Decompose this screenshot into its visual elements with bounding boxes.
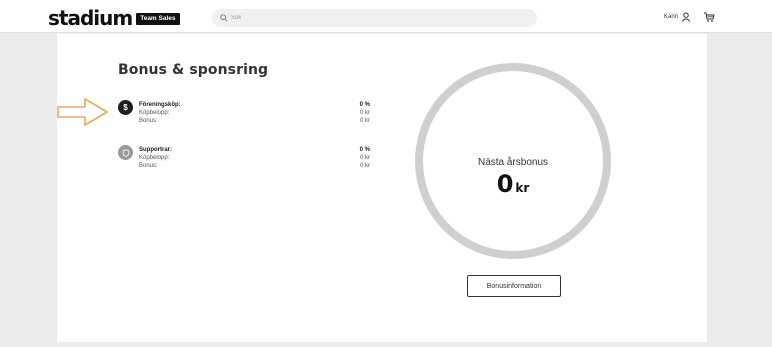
detail-line: Bonus: 0 kr	[139, 162, 370, 170]
bonus-value: 0	[496, 170, 514, 198]
cart-icon[interactable]	[703, 11, 715, 23]
detail-value: 0 kr	[359, 163, 370, 169]
search-bar[interactable]	[212, 9, 537, 27]
search-icon	[220, 14, 228, 22]
detail-label: Bonus:	[139, 163, 158, 169]
association-purchase-details: Föreningsköp: 0 % Köpbelopp: 0 kr Bonus:…	[139, 101, 370, 125]
logo[interactable]: stadium Team Sales	[48, 7, 180, 29]
detail-label: Köpbelopp:	[139, 155, 170, 161]
detail-label: Föreningsköp:	[139, 102, 181, 108]
detail-label: Supportrar:	[139, 147, 172, 153]
detail-label: Köpbelopp:	[139, 110, 170, 116]
page-title: Bonus & sponsring	[118, 62, 269, 78]
bonus-unit: kr	[515, 181, 530, 195]
detail-value: 0 %	[359, 147, 370, 153]
detail-line: Supportrar: 0 %	[139, 146, 370, 154]
detail-value: 0 kr	[359, 118, 370, 124]
logo-text: stadium	[48, 6, 133, 30]
detail-value: 0 %	[359, 102, 370, 108]
next-bonus-amount: 0 kr	[423, 171, 603, 197]
arrow-right-icon	[57, 98, 108, 126]
bonus-information-button[interactable]: Bonusinformation	[467, 275, 561, 297]
supporters-details: Supportrar: 0 % Köpbelopp: 0 kr Bonus: 0…	[139, 146, 370, 170]
user-name: Karin	[664, 14, 679, 20]
user-icon	[681, 12, 691, 22]
user-menu[interactable]: Karin	[664, 12, 691, 22]
shield-icon	[118, 145, 133, 160]
detail-line: Köpbelopp: 0 kr	[139, 154, 370, 162]
detail-line: Köpbelopp: 0 kr	[139, 109, 370, 117]
next-bonus-label: Nästa årsbonus	[477, 157, 549, 168]
search-input[interactable]	[231, 15, 511, 21]
detail-value: 0 kr	[359, 155, 370, 161]
detail-line: Bonus: 0 kr	[139, 117, 370, 125]
logo-badge: Team Sales	[136, 13, 180, 25]
detail-value: 0 kr	[359, 110, 370, 116]
bonus-panel: Bonus & sponsring $ Föreningsköp: 0 % Kö…	[57, 34, 707, 342]
top-bar: stadium Team Sales Karin	[0, 0, 772, 33]
detail-label: Bonus:	[139, 118, 158, 124]
dollar-icon: $	[118, 100, 133, 115]
bonus-progress-ring: Nästa årsbonus 0 kr	[415, 63, 611, 259]
detail-line: Föreningsköp: 0 %	[139, 101, 370, 109]
